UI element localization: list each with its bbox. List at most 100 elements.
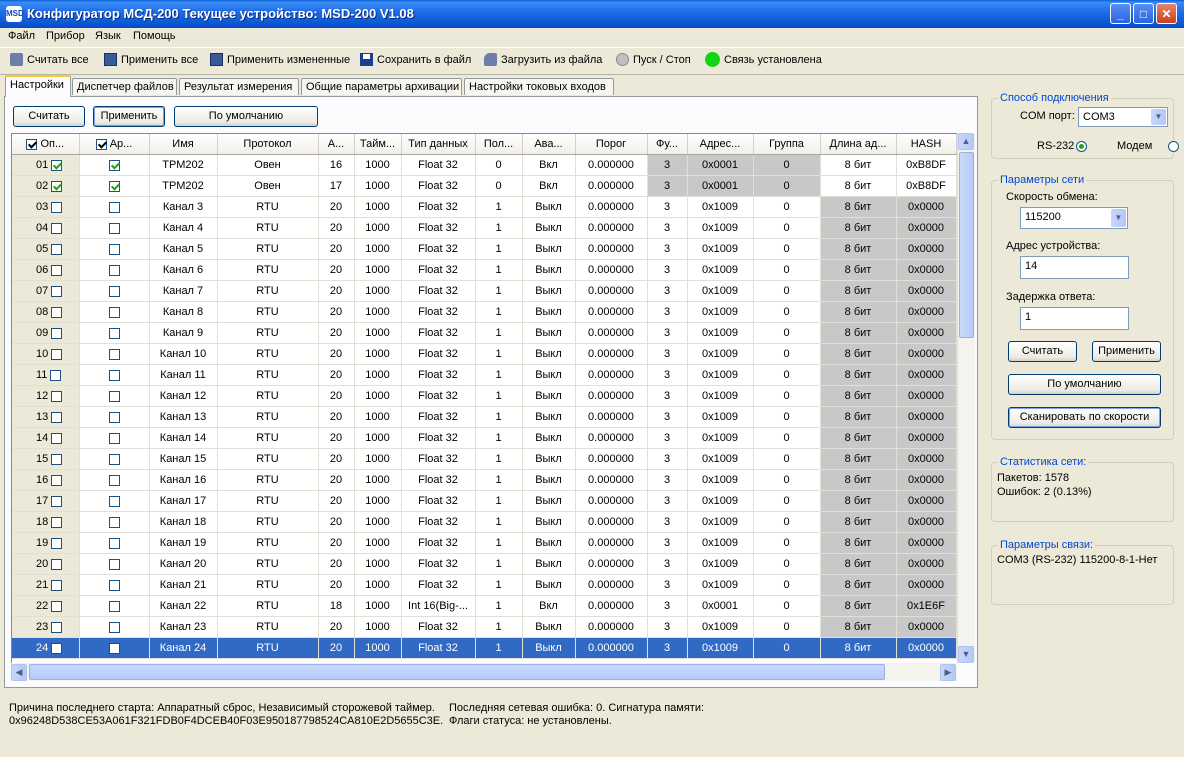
network-default-button[interactable]: По умолчанию: [1008, 374, 1161, 395]
cell-protocol[interactable]: RTU: [217, 238, 319, 260]
col-name[interactable]: Имя: [149, 134, 218, 155]
cell-alen[interactable]: 8 бит: [820, 595, 897, 617]
row-header[interactable]: 03: [12, 196, 80, 218]
ar-cell[interactable]: [79, 343, 150, 365]
cell-protocol[interactable]: RTU: [217, 511, 319, 533]
cell-addr[interactable]: 0x1009: [687, 448, 754, 470]
cell-timeout[interactable]: 1000: [354, 469, 402, 491]
ar-checkbox[interactable]: [108, 390, 120, 402]
col-protocol[interactable]: Протокол: [217, 134, 319, 155]
cell-threshold[interactable]: 0.000000: [575, 616, 648, 638]
op-checkbox[interactable]: [51, 516, 63, 528]
cell-alen[interactable]: 8 бит: [820, 448, 897, 470]
cell-a[interactable]: 20: [318, 532, 355, 554]
ar-cell[interactable]: [79, 490, 150, 512]
cell-group[interactable]: 0: [753, 343, 821, 365]
cell-group[interactable]: 0: [753, 364, 821, 386]
cell-group[interactable]: 0: [753, 616, 821, 638]
select-all-ar-checkbox[interactable]: [95, 138, 107, 150]
cell-addr[interactable]: 0x1009: [687, 511, 754, 533]
cell-name[interactable]: Канал 6: [149, 259, 218, 281]
cell-threshold[interactable]: 0.000000: [575, 385, 648, 407]
cell-a[interactable]: 20: [318, 196, 355, 218]
cell-a[interactable]: 20: [318, 574, 355, 596]
cell-group[interactable]: 0: [753, 490, 821, 512]
ar-checkbox[interactable]: [108, 348, 120, 360]
op-checkbox[interactable]: [51, 306, 63, 318]
cell-group[interactable]: 0: [753, 595, 821, 617]
cell-protocol[interactable]: RTU: [217, 343, 319, 365]
cell-name[interactable]: Канал 16: [149, 469, 218, 491]
op-checkbox[interactable]: [51, 243, 63, 255]
cell-pol[interactable]: 1: [475, 280, 523, 302]
op-checkbox[interactable]: [51, 474, 63, 486]
cell-name[interactable]: Канал 19: [149, 532, 218, 554]
cell-a[interactable]: 20: [318, 490, 355, 512]
cell-pol[interactable]: 1: [475, 343, 523, 365]
cell-name[interactable]: Канал 9: [149, 322, 218, 344]
cell-group[interactable]: 0: [753, 301, 821, 323]
table-row[interactable]: 07 Канал 7 RTU 20 1000 Float 32 1 Выкл 0.000000…: [12, 280, 957, 302]
cell-threshold[interactable]: 0.000000: [575, 406, 648, 428]
cell-threshold[interactable]: 0.000000: [575, 217, 648, 239]
col-op[interactable]: Оп...: [12, 134, 80, 155]
cell-name[interactable]: Канал 13: [149, 406, 218, 428]
table-row[interactable]: 11 Канал 11 RTU 20 1000 Float 32 1 Выкл 0.00000…: [12, 364, 957, 386]
cell-group[interactable]: 0: [753, 511, 821, 533]
cell-protocol[interactable]: RTU: [217, 406, 319, 428]
cell-threshold[interactable]: 0.000000: [575, 574, 648, 596]
ar-cell[interactable]: [79, 301, 150, 323]
cell-name[interactable]: Канал 18: [149, 511, 218, 533]
table-row[interactable]: 01 ТРМ202 Овен 16 1000 Float 32 0 Вкл 0.000000 3…: [12, 154, 957, 176]
cell-dtype[interactable]: Float 32: [401, 490, 476, 512]
cell-func[interactable]: 3: [647, 154, 688, 176]
cell-func[interactable]: 3: [647, 595, 688, 617]
cell-func[interactable]: 3: [647, 427, 688, 449]
cell-timeout[interactable]: 1000: [354, 490, 402, 512]
cell-dtype[interactable]: Float 32: [401, 616, 476, 638]
cell-alen[interactable]: 8 бит: [820, 364, 897, 386]
op-checkbox[interactable]: [51, 432, 63, 444]
ar-cell[interactable]: [79, 196, 150, 218]
channels-table[interactable]: Оп... Ар... Имя Протокол А... Тайм... Ти…: [11, 133, 958, 664]
ar-checkbox[interactable]: [108, 621, 120, 633]
cell-name[interactable]: Канал 17: [149, 490, 218, 512]
cell-dtype[interactable]: Float 32: [401, 406, 476, 428]
cell-alen[interactable]: 8 бит: [820, 553, 897, 575]
minimize-icon[interactable]: _: [1110, 3, 1131, 24]
row-header[interactable]: 18: [12, 511, 80, 533]
cell-name[interactable]: Канал 14: [149, 427, 218, 449]
cell-hash[interactable]: 0x0000: [896, 238, 957, 260]
table-row[interactable]: 14 Канал 14 RTU 20 1000 Float 32 1 Выкл 0.00000…: [12, 427, 957, 449]
ar-cell[interactable]: [79, 511, 150, 533]
cell-threshold[interactable]: 0.000000: [575, 343, 648, 365]
cell-addr[interactable]: 0x1009: [687, 301, 754, 323]
scroll-up-icon[interactable]: ▲: [958, 133, 974, 150]
cell-dtype[interactable]: Float 32: [401, 217, 476, 239]
cell-group[interactable]: 0: [753, 175, 821, 197]
cell-func[interactable]: 3: [647, 322, 688, 344]
ar-checkbox[interactable]: [108, 201, 120, 213]
cell-func[interactable]: 3: [647, 385, 688, 407]
cell-protocol[interactable]: RTU: [217, 322, 319, 344]
ar-checkbox[interactable]: [108, 600, 120, 612]
op-checkbox[interactable]: [51, 579, 63, 591]
ar-checkbox[interactable]: [108, 285, 120, 297]
cell-threshold[interactable]: 0.000000: [575, 238, 648, 260]
op-checkbox[interactable]: [51, 348, 63, 360]
scroll-down-icon[interactable]: ▼: [958, 646, 974, 663]
cell-timeout[interactable]: 1000: [354, 238, 402, 260]
cell-alen[interactable]: 8 бит: [820, 175, 897, 197]
cell-a[interactable]: 20: [318, 343, 355, 365]
cell-addr[interactable]: 0x1009: [687, 469, 754, 491]
cell-hash[interactable]: 0x0000: [896, 259, 957, 281]
table-row[interactable]: 10 Канал 10 RTU 20 1000 Float 32 1 Выкл 0.00000…: [12, 343, 957, 365]
load-file-button[interactable]: Загрузить из файла: [484, 53, 602, 66]
row-header[interactable]: 11: [12, 364, 80, 386]
ar-checkbox[interactable]: [108, 180, 120, 192]
table-row[interactable]: 15 Канал 15 RTU 20 1000 Float 32 1 Выкл 0.00000…: [12, 448, 957, 470]
read-all-button[interactable]: Считать все: [10, 53, 89, 66]
cell-pol[interactable]: 1: [475, 259, 523, 281]
cell-a[interactable]: 20: [318, 553, 355, 575]
cell-pol[interactable]: 1: [475, 238, 523, 260]
